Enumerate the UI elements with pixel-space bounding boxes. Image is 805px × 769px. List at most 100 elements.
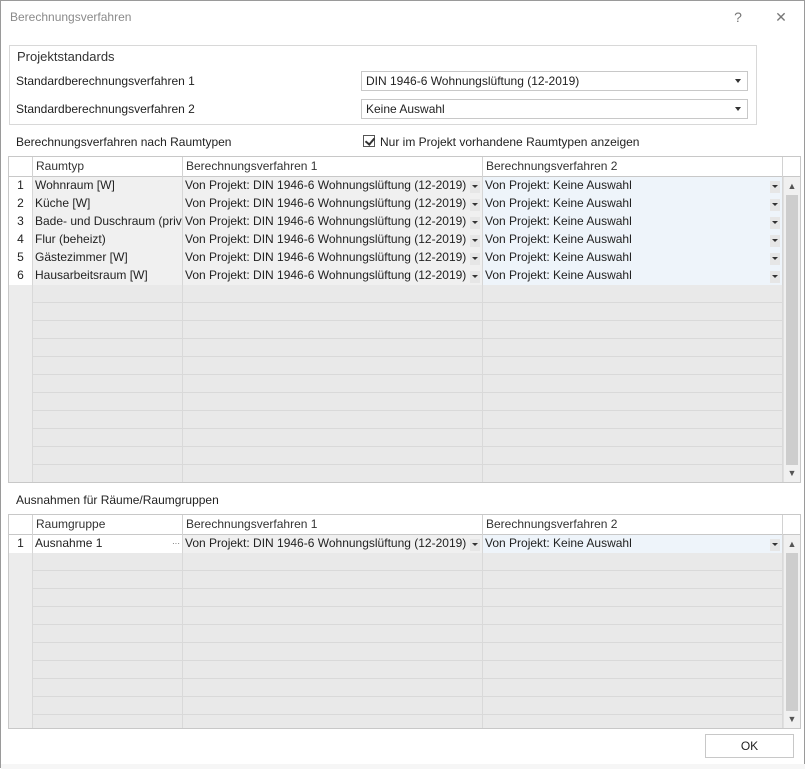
exceptions-vertical-scrollbar[interactable]: ▲ ▼ xyxy=(783,535,800,728)
close-icon: ✕ xyxy=(775,9,787,25)
method-2-cell[interactable]: Von Projekt: Keine Auswahl xyxy=(483,195,783,213)
row-number-header xyxy=(9,515,33,535)
chevron-down-icon[interactable] xyxy=(470,271,480,283)
chevron-down-icon[interactable] xyxy=(770,235,780,247)
chevron-down-icon[interactable] xyxy=(770,199,780,211)
empty-cell xyxy=(183,589,483,607)
method-2-cell[interactable]: Von Projekt: Keine Auswahl xyxy=(483,213,783,231)
method-1-cell[interactable]: Von Projekt: DIN 1946-6 Wohnungslüftung … xyxy=(183,267,483,285)
empty-cell xyxy=(183,285,483,303)
empty-cell xyxy=(483,375,783,393)
scroll-down-icon[interactable]: ▼ xyxy=(784,465,800,481)
name-cell: Gästezimmer [W] xyxy=(33,249,183,267)
empty-cell xyxy=(483,571,783,589)
room-types-vertical-scrollbar[interactable]: ▲ ▼ xyxy=(783,177,800,482)
empty-cell xyxy=(483,679,783,697)
empty-cell xyxy=(9,625,33,643)
column-header-raumtyp[interactable]: Raumtyp xyxy=(33,157,183,177)
row-number: 4 xyxy=(9,231,33,249)
empty-cell xyxy=(9,643,33,661)
empty-cell xyxy=(183,339,483,357)
row-number: 1 xyxy=(9,177,33,195)
chevron-down-icon[interactable] xyxy=(770,253,780,265)
scroll-up-icon[interactable]: ▲ xyxy=(784,536,800,552)
table-row[interactable]: 4 Flur (beheizt) Von Projekt: DIN 1946-6 W… xyxy=(9,231,783,249)
standard-method-1-combo[interactable]: DIN 1946-6 Wohnungslüftung (12-2019) xyxy=(361,71,748,91)
method-2-text: Von Projekt: Keine Auswahl xyxy=(485,232,632,246)
method-1-cell[interactable]: Von Projekt: DIN 1946-6 Wohnungslüftung … xyxy=(183,213,483,231)
empty-row xyxy=(9,465,783,482)
method-2-cell[interactable]: Von Projekt: Keine Auswahl xyxy=(483,267,783,285)
chevron-down-icon[interactable] xyxy=(470,539,480,551)
chevron-down-icon[interactable] xyxy=(470,199,480,211)
method-1-cell[interactable]: Von Projekt: DIN 1946-6 Wohnungslüftung … xyxy=(183,249,483,267)
table-row[interactable]: 1 Ausnahme 1 ··· Von Projekt: DIN 1946-6 Wo… xyxy=(9,535,783,553)
method-2-cell[interactable]: Von Projekt: Keine Auswahl xyxy=(483,249,783,267)
column-header-method-1[interactable]: Berechnungsverfahren 1 xyxy=(183,515,483,535)
name-text: Gästezimmer [W] xyxy=(35,250,128,264)
method-2-cell[interactable]: Von Projekt: Keine Auswahl xyxy=(483,231,783,249)
chevron-down-icon[interactable] xyxy=(470,253,480,265)
close-button[interactable]: ✕ xyxy=(766,5,796,29)
standard-method-2-label: Standardberechnungsverfahren 2 xyxy=(16,102,195,116)
column-header-method-2[interactable]: Berechnungsverfahren 2 xyxy=(483,157,783,177)
method-1-cell[interactable]: Von Projekt: DIN 1946-6 Wohnungslüftung … xyxy=(183,231,483,249)
empty-cell xyxy=(483,285,783,303)
ellipsis-icon[interactable]: ··· xyxy=(172,535,180,552)
show-existing-room-types-checkbox[interactable] xyxy=(363,135,375,147)
chevron-down-icon[interactable] xyxy=(770,181,780,193)
standard-method-2-combo[interactable]: Keine Auswahl xyxy=(361,99,748,119)
ok-button[interactable]: OK xyxy=(705,734,794,758)
column-header-method-2[interactable]: Berechnungsverfahren 2 xyxy=(483,515,783,535)
scroll-up-icon[interactable]: ▲ xyxy=(784,178,800,194)
method-1-text: Von Projekt: DIN 1946-6 Wohnungslüftung … xyxy=(185,214,467,228)
empty-cell xyxy=(483,625,783,643)
method-2-text: Von Projekt: Keine Auswahl xyxy=(485,196,632,210)
scroll-down-icon[interactable]: ▼ xyxy=(784,711,800,727)
chevron-down-icon[interactable] xyxy=(470,235,480,247)
empty-cell xyxy=(183,625,483,643)
column-header-raumgruppe[interactable]: Raumgruppe xyxy=(33,515,183,535)
empty-cell xyxy=(483,643,783,661)
method-1-cell[interactable]: Von Projekt: DIN 1946-6 Wohnungslüftung … xyxy=(183,195,483,213)
table-row[interactable]: 5 Gästezimmer [W] Von Projekt: DIN 1946-6 … xyxy=(9,249,783,267)
chevron-down-icon[interactable] xyxy=(470,181,480,193)
header-filler xyxy=(783,515,800,535)
name-cell[interactable]: Ausnahme 1 ··· xyxy=(33,535,183,553)
empty-cell xyxy=(9,375,33,393)
empty-cell xyxy=(9,357,33,375)
method-2-text: Von Projekt: Keine Auswahl xyxy=(485,536,632,550)
room-types-grid: Raumtyp Berechnungsverfahren 1 Berechnun… xyxy=(8,156,801,483)
method-2-text: Von Projekt: Keine Auswahl xyxy=(485,268,632,282)
name-cell: Hausarbeitsraum [W] xyxy=(33,267,183,285)
empty-row xyxy=(9,285,783,303)
header-filler xyxy=(783,157,800,177)
empty-cell xyxy=(9,465,33,482)
table-row[interactable]: 2 Küche [W] Von Projekt: DIN 1946-6 Wohnun… xyxy=(9,195,783,213)
chevron-down-icon[interactable] xyxy=(770,217,780,229)
table-row[interactable]: 6 Hausarbeitsraum [W] Von Projekt: DIN 194… xyxy=(9,267,783,285)
help-button[interactable]: ? xyxy=(723,5,753,29)
column-header-method-1[interactable]: Berechnungsverfahren 1 xyxy=(183,157,483,177)
method-1-cell[interactable]: Von Projekt: DIN 1946-6 Wohnungslüftung … xyxy=(183,177,483,195)
empty-row xyxy=(9,697,783,715)
empty-cell xyxy=(483,429,783,447)
method-2-cell[interactable]: Von Projekt: Keine Auswahl xyxy=(483,535,783,553)
method-1-cell[interactable]: Von Projekt: DIN 1946-6 Wohnungslüftung … xyxy=(183,535,483,553)
scrollbar-thumb[interactable] xyxy=(786,195,798,465)
method-1-text: Von Projekt: DIN 1946-6 Wohnungslüftung … xyxy=(185,250,467,264)
empty-cell xyxy=(9,303,33,321)
name-cell: Wohnraum [W] xyxy=(33,177,183,195)
empty-cell xyxy=(33,375,183,393)
table-row[interactable]: 1 Wohnraum [W] Von Projekt: DIN 1946-6 Woh… xyxy=(9,177,783,195)
name-cell: Bade- und Duschraum (priva... xyxy=(33,213,183,231)
method-2-cell[interactable]: Von Projekt: Keine Auswahl xyxy=(483,177,783,195)
chevron-down-icon[interactable] xyxy=(770,539,780,551)
scrollbar-thumb[interactable] xyxy=(786,553,798,711)
table-row[interactable]: 3 Bade- und Duschraum (priva... Von Projek… xyxy=(9,213,783,231)
chevron-down-icon[interactable] xyxy=(770,271,780,283)
empty-row xyxy=(9,553,783,571)
chevron-down-icon[interactable] xyxy=(470,217,480,229)
exceptions-section-label: Ausnahmen für Räume/Raumgruppen xyxy=(16,493,219,507)
row-number: 2 xyxy=(9,195,33,213)
